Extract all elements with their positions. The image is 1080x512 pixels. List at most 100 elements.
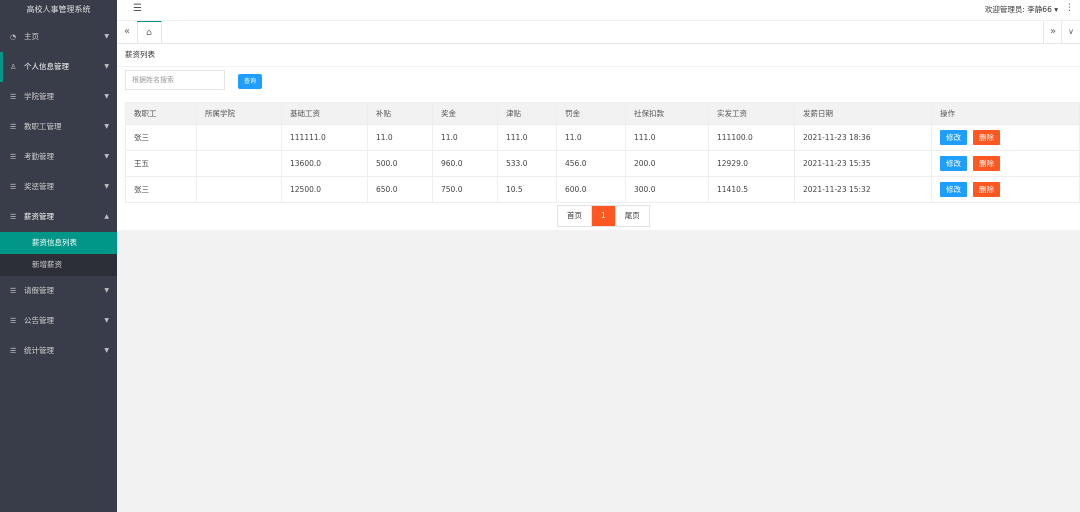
list-icon: ☰ [10,153,17,161]
cell-allowance: 10.5 [497,176,557,203]
app-title: 高校人事管理系统 [0,0,117,22]
sidebar-item-college[interactable]: ☰ 学院管理 ▼ [0,82,117,112]
sidebar: 高校人事管理系统 ◔ 主页 ▼ ♙ 个人信息管理 ▼ ☰ 学院管理 ▼ ☰ 教职… [0,0,117,512]
list-icon: ☰ [10,287,17,295]
sidebar-item-salary[interactable]: ☰ 薪资管理 ▲ [0,202,117,232]
last-page-button[interactable]: 尾页 [616,206,649,226]
scroll-left-icon[interactable]: « [117,21,138,43]
cell-bonus: 750.0 [432,176,498,203]
cell-social-security: 300.0 [625,176,709,203]
chevron-down-icon: ▼ [104,33,109,40]
edit-button[interactable]: 修改 [940,156,967,171]
cell-social-security: 200.0 [625,150,709,177]
user-icon: ♙ [10,63,17,71]
cell-base-salary: 111111.0 [281,124,368,151]
cell-pay-date: 2021-11-23 15:35 [794,150,932,177]
scroll-right-icon[interactable]: » [1043,21,1062,43]
dashboard-icon: ◔ [10,33,17,41]
sidebar-item-label: 考勤管理 [24,152,54,161]
column-header: 罚金 [556,102,626,125]
sidebar-item-staff[interactable]: ☰ 教职工管理 ▼ [0,112,117,142]
delete-button[interactable]: 删除 [973,130,1000,145]
more-icon[interactable]: ⋮ [1065,3,1074,13]
sidebar-item-label: 奖惩管理 [24,182,54,191]
chevron-down-icon: ▼ [104,347,109,354]
column-header: 实发工资 [708,102,795,125]
tab-bar: « ⌂ » ∨ [117,21,1080,44]
cell-bonus: 11.0 [432,124,498,151]
menu-toggle-icon[interactable]: ☰ [133,3,142,14]
column-header: 基础工资 [281,102,368,125]
column-header: 操作 [931,102,1080,125]
first-page-button[interactable]: 首页 [558,206,592,226]
chevron-down-icon: ▼ [104,93,109,100]
home-tab-icon[interactable]: ⌂ [137,21,162,44]
search-input[interactable]: 根据姓名搜索 [125,70,225,90]
chevron-down-icon: ▼ [104,153,109,160]
chevron-down-icon[interactable]: ∨ [1061,21,1080,43]
chevron-down-icon: ▼ [104,123,109,130]
delete-button[interactable]: 删除 [973,156,1000,171]
salary-table: 教职工 所属学院 基础工资 补贴 奖金 津贴 罚金 社保扣款 实发工资 发薪日期… [125,102,1080,203]
edit-button[interactable]: 修改 [940,130,967,145]
table-header-row: 教职工 所属学院 基础工资 补贴 奖金 津贴 罚金 社保扣款 实发工资 发薪日期… [125,102,1080,125]
cell-subsidy: 11.0 [367,124,433,151]
sidebar-item-label: 薪资管理 [24,212,54,221]
list-icon: ☰ [10,317,17,325]
table-row: 张三 12500.0 650.0 750.0 10.5 600.0 300.0 … [125,176,1080,203]
cell-allowance: 533.0 [497,150,557,177]
current-page-button[interactable]: 1 [592,206,616,226]
sidebar-item-leave[interactable]: ☰ 请假管理 ▼ [0,276,117,306]
column-header: 发薪日期 [794,102,932,125]
list-icon: ☰ [10,93,17,101]
column-header: 补贴 [367,102,433,125]
sidebar-item-label: 统计管理 [24,346,54,355]
cell-staff: 张三 [125,124,197,151]
column-header: 奖金 [432,102,498,125]
cell-net-salary: 11410.5 [708,176,795,203]
sidebar-item-label: 个人信息管理 [24,62,69,71]
edit-button[interactable]: 修改 [940,182,967,197]
sidebar-item-notice[interactable]: ☰ 公告管理 ▼ [0,306,117,336]
sidebar-item-label: 教职工管理 [24,122,62,131]
main-content: 薪资列表 根据姓名搜索 查询 教职工 所属学院 基础工资 补贴 奖金 津贴 罚金… [117,44,1080,230]
delete-button[interactable]: 删除 [973,182,1000,197]
table-row: 王五 13600.0 500.0 960.0 533.0 456.0 200.0… [125,150,1080,177]
cell-social-security: 111.0 [625,124,709,151]
chevron-down-icon: ▼ [104,63,109,70]
sidebar-item-label: 主页 [24,32,39,41]
sidebar-subitem-salary-list[interactable]: 薪资信息列表 [0,232,117,254]
list-icon: ☰ [10,123,17,131]
cell-subsidy: 650.0 [367,176,433,203]
user-menu[interactable]: 欢迎管理员: 李静66 ▾ [985,4,1058,15]
sidebar-item-stats[interactable]: ☰ 统计管理 ▼ [0,336,117,366]
cell-pay-date: 2021-11-23 15:32 [794,176,932,203]
list-icon: ☰ [10,183,17,191]
column-header: 社保扣款 [625,102,709,125]
column-header: 教职工 [125,102,197,125]
chevron-down-icon: ▼ [104,183,109,190]
column-header: 所属学院 [196,102,282,125]
sidebar-subitem-add-salary[interactable]: 新增薪资 [0,254,117,276]
cell-net-salary: 12929.0 [708,150,795,177]
cell-college [196,176,282,203]
cell-fine: 456.0 [556,150,626,177]
table-row: 张三 111111.0 11.0 11.0 111.0 11.0 111.0 1… [125,124,1080,151]
sidebar-item-home[interactable]: ◔ 主页 ▼ [0,22,117,52]
search-button[interactable]: 查询 [238,74,262,89]
sidebar-item-rewards[interactable]: ☰ 奖惩管理 ▼ [0,172,117,202]
cell-fine: 600.0 [556,176,626,203]
cell-actions: 修改 删除 [931,124,1080,151]
chevron-down-icon: ▼ [104,317,109,324]
list-icon: ☰ [10,347,17,355]
sidebar-item-attendance[interactable]: ☰ 考勤管理 ▼ [0,142,117,172]
cell-allowance: 111.0 [497,124,557,151]
salary-submenu: 薪资信息列表 新增薪资 [0,232,117,276]
sidebar-item-personal-info[interactable]: ♙ 个人信息管理 ▼ [0,52,117,82]
cell-pay-date: 2021-11-23 18:36 [794,124,932,151]
cell-base-salary: 12500.0 [281,176,368,203]
chevron-up-icon: ▲ [104,213,109,220]
top-header: ☰ 欢迎管理员: 李静66 ▾ ⋮ [117,0,1080,21]
pagination: 首页 1 尾页 [557,205,650,227]
sidebar-item-label: 学院管理 [24,92,54,101]
